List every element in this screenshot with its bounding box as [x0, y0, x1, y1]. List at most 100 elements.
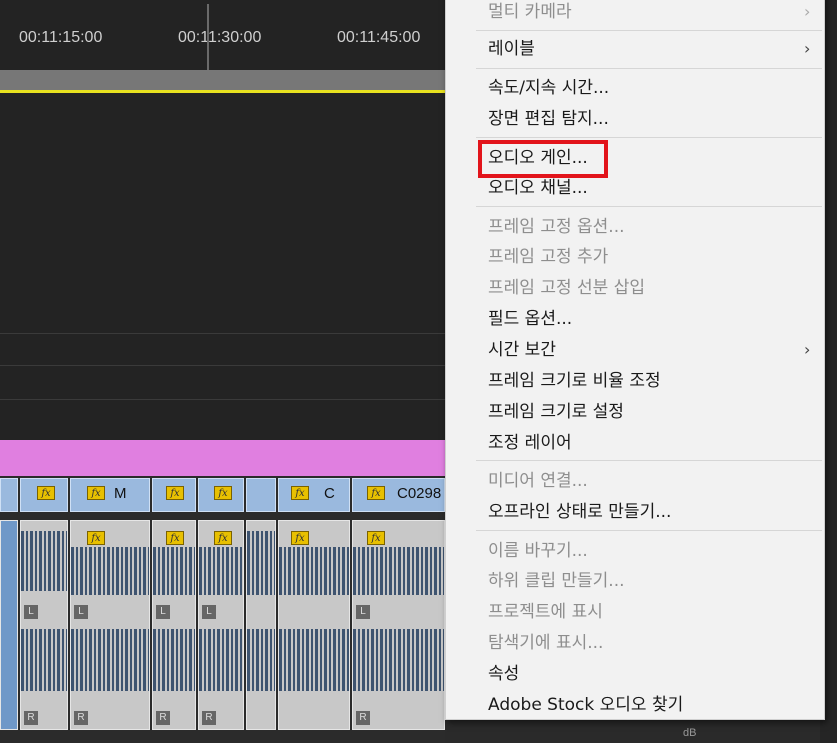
fx-badge-icon: fx: [87, 486, 105, 500]
menu-item-make-subclip[interactable]: 하위 클립 만들기...: [488, 566, 625, 596]
menu-item-time-interpolation[interactable]: 시간 보간: [488, 335, 556, 365]
menu-item-speed-duration[interactable]: 속도/지속 시간...: [488, 73, 609, 103]
menu-item-field-options[interactable]: 필드 옵션...: [488, 304, 572, 334]
menu-separator: [476, 530, 822, 531]
audio-waveform: [353, 547, 444, 595]
audio-waveform: [71, 629, 149, 691]
menu-item-make-offline[interactable]: 오프라인 상태로 만들기...: [488, 497, 671, 527]
audio-waveform: [21, 629, 67, 691]
channel-badge: L: [24, 605, 38, 619]
menu-item-audio-channels[interactable]: 오디오 채널...: [488, 173, 588, 203]
audio-track: L R fx L R fx L R fx L R fx fx L R: [0, 516, 445, 743]
fx-badge-icon: fx: [291, 531, 309, 545]
video-clip[interactable]: fx M: [70, 478, 150, 512]
fx-badge-icon: fx: [166, 486, 184, 500]
menu-item-scene-edit-detection[interactable]: 장면 편집 탐지...: [488, 104, 609, 134]
menu-item-find-adobe-stock-audio[interactable]: Adobe Stock 오디오 찾기: [488, 690, 683, 720]
audio-clip[interactable]: fx L R: [352, 520, 445, 730]
audio-clip[interactable]: [0, 520, 18, 730]
audio-clip[interactable]: L R: [20, 520, 68, 730]
audio-clip[interactable]: fx L R: [70, 520, 150, 730]
video-clip[interactable]: fx C: [278, 478, 350, 512]
timecode-label: 00:11:45:00: [337, 29, 421, 46]
menu-separator: [476, 460, 822, 461]
chevron-right-icon: ›: [804, 340, 811, 359]
time-ruler[interactable]: 00:11:15:00 00:11:30:00 00:11:45:00: [0, 0, 445, 70]
fx-badge-icon: fx: [214, 486, 232, 500]
channel-badge: R: [202, 711, 216, 725]
channel-badge: L: [202, 605, 216, 619]
fx-badge-icon: fx: [291, 486, 309, 500]
fx-badge-icon: fx: [37, 486, 55, 500]
menu-item-label[interactable]: 레이블: [488, 34, 535, 64]
audio-waveform: [153, 547, 195, 595]
playhead[interactable]: [207, 4, 209, 70]
menu-item-add-frame-hold[interactable]: 프레임 고정 추가: [488, 242, 608, 272]
fx-badge-icon: fx: [367, 531, 385, 545]
track-divider: [0, 399, 445, 400]
video-clip[interactable]: fx: [198, 478, 244, 512]
menu-item-set-to-frame-size[interactable]: 프레임 크기로 설정: [488, 397, 624, 427]
fx-badge-icon: fx: [214, 531, 232, 545]
channel-badge: R: [156, 711, 170, 725]
clip-context-menu: 멀티 카메라 › 레이블 › 속도/지속 시간... 장면 편집 탐지... 오…: [445, 0, 825, 720]
audio-clip[interactable]: fx L R: [152, 520, 196, 730]
menu-item-properties[interactable]: 속성: [488, 659, 519, 689]
menu-item-reveal-in-explorer[interactable]: 탐색기에 표시...: [488, 628, 603, 658]
audio-waveform: [153, 629, 195, 691]
audio-waveform: [199, 629, 243, 691]
clip-name: C: [324, 485, 335, 502]
audio-waveform: [71, 547, 149, 595]
audio-meter-panel: dB: [445, 720, 837, 743]
audio-clip[interactable]: fx L R: [198, 520, 244, 730]
track-divider: [0, 333, 445, 334]
menu-item-frame-hold-options[interactable]: 프레임 고정 옵션...: [488, 212, 625, 242]
menu-separator: [476, 206, 822, 207]
clip-name: C0298: [397, 485, 442, 502]
track-divider: [0, 365, 445, 366]
clip-name: M: [114, 485, 127, 502]
menu-separator: [476, 30, 822, 31]
menu-item-link-media[interactable]: 미디어 연결...: [488, 466, 588, 496]
fx-badge-icon: fx: [166, 531, 184, 545]
audio-waveform: [247, 629, 275, 691]
video-clip[interactable]: fx: [152, 478, 196, 512]
timecode-label: 00:11:15:00: [19, 29, 103, 46]
audio-clip[interactable]: fx: [278, 520, 350, 730]
menu-item-multicam[interactable]: 멀티 카메라: [488, 0, 572, 27]
video-clip[interactable]: fx C0298: [352, 478, 445, 512]
menu-item-adjustment-layer[interactable]: 조정 레이어: [488, 428, 572, 458]
channel-badge: L: [156, 605, 170, 619]
audio-waveform: [279, 629, 349, 691]
meter-unit-label: dB: [683, 727, 697, 739]
audio-waveform: [21, 531, 67, 591]
timeline-zoom-scrollbar[interactable]: [0, 70, 445, 90]
menu-item-rename[interactable]: 이름 바꾸기...: [488, 536, 588, 566]
chevron-right-icon: ›: [804, 39, 811, 58]
timecode-label: 00:11:30:00: [178, 29, 262, 46]
chevron-right-icon: ›: [804, 2, 811, 21]
fx-badge-icon: fx: [367, 486, 385, 500]
audio-waveform: [199, 547, 243, 595]
channel-badge: L: [74, 605, 88, 619]
audio-waveform: [247, 531, 275, 595]
video-track: fx fx M fx fx fx C fx C0298: [0, 476, 445, 516]
channel-badge: R: [74, 711, 88, 725]
fx-badge-icon: fx: [87, 531, 105, 545]
channel-badge: L: [356, 605, 370, 619]
menu-item-insert-frame-hold-segment[interactable]: 프레임 고정 선분 삽입: [488, 273, 645, 303]
adjustment-layer-clip[interactable]: [0, 440, 445, 476]
menu-item-reveal-in-project[interactable]: 프로젝트에 표시: [488, 597, 603, 627]
menu-separator: [476, 137, 822, 138]
channel-badge: R: [356, 711, 370, 725]
video-clip[interactable]: fx: [20, 478, 68, 512]
audio-waveform: [279, 547, 349, 595]
video-clip[interactable]: [246, 478, 276, 512]
audio-waveform: [353, 629, 444, 691]
video-clip[interactable]: [0, 478, 18, 512]
channel-badge: R: [24, 711, 38, 725]
audio-clip[interactable]: [246, 520, 276, 730]
menu-item-scale-to-frame-size[interactable]: 프레임 크기로 비율 조정: [488, 366, 661, 396]
empty-video-tracks[interactable]: [0, 93, 445, 440]
menu-separator: [476, 68, 822, 69]
